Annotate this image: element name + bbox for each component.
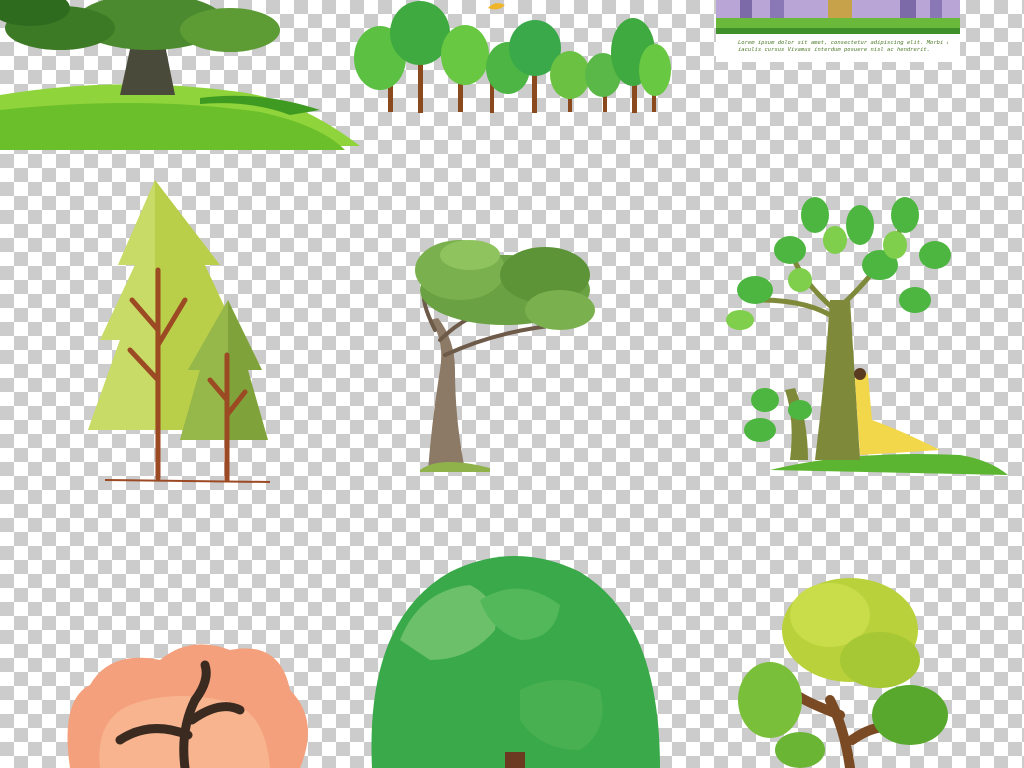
row-of-round-trees-icon [354, 1, 671, 113]
oak-tree-on-hill-icon [0, 0, 360, 150]
banner-caption-line-2: iaculis cursus Vivamus interdum posuere … [738, 47, 931, 53]
pine-trees-pair-icon [88, 180, 271, 483]
yellow-green-tree-icon [738, 578, 948, 768]
tree-collection-canvas [0, 0, 1008, 768]
autumn-tree-icon [67, 644, 308, 768]
savanna-tree-icon [415, 240, 595, 472]
round-bush-tree-icon [371, 556, 660, 768]
banner-caption-line-1: Lorem ipsum dolor sit amet, consectetur … [738, 40, 948, 46]
leafy-tree-with-woman-icon [726, 197, 1008, 475]
banner-caption: Lorem ipsum dolor sit amet, consectetur … [738, 40, 948, 54]
